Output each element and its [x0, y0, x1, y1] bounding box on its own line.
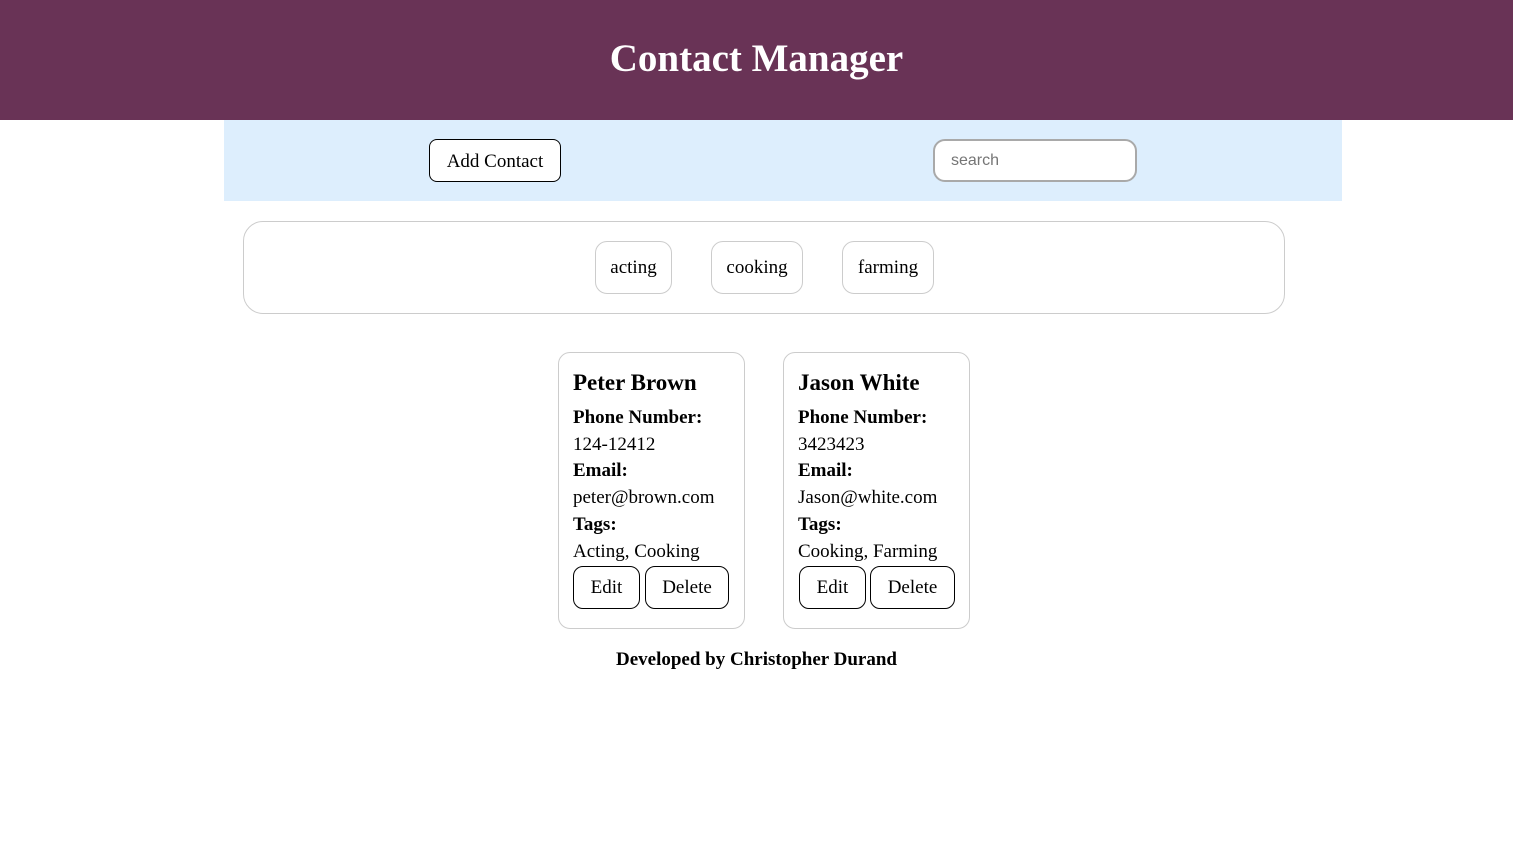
- app-header: Contact Manager: [0, 0, 1513, 120]
- tag-filter-acting[interactable]: acting: [595, 241, 672, 294]
- tags-label: Tags:: [573, 514, 617, 535]
- tags-value: Cooking, Farming: [798, 541, 938, 562]
- add-contact-button[interactable]: Add Contact: [429, 139, 561, 182]
- contact-name: Jason White: [798, 370, 920, 395]
- footer-credit: Developed by Christopher Durand: [616, 649, 897, 670]
- edit-button[interactable]: Edit: [799, 566, 866, 609]
- tag-filter-farming[interactable]: farming: [842, 241, 934, 294]
- phone-label: Phone Number:: [798, 407, 928, 428]
- phone-label: Phone Number:: [573, 407, 703, 428]
- email-value: Jason@white.com: [798, 487, 938, 508]
- contact-card: Jason White Phone Number: 3423423 Email:…: [783, 352, 970, 629]
- phone-value: 124-12412: [573, 434, 656, 455]
- contact-card: Peter Brown Phone Number: 124-12412 Emai…: [558, 352, 745, 629]
- contact-name: Peter Brown: [573, 370, 697, 395]
- page-title: Contact Manager: [609, 37, 904, 80]
- phone-value: 3423423: [798, 434, 865, 455]
- edit-button[interactable]: Edit: [573, 566, 640, 609]
- toolbar: Add Contact: [224, 120, 1342, 201]
- search-input[interactable]: [933, 139, 1137, 182]
- email-label: Email:: [573, 460, 628, 481]
- tag-filter-bar: acting cooking farming: [243, 221, 1285, 314]
- email-label: Email:: [798, 460, 853, 481]
- delete-button[interactable]: Delete: [645, 566, 729, 609]
- delete-button[interactable]: Delete: [870, 566, 955, 609]
- tags-label: Tags:: [798, 514, 842, 535]
- tag-filter-cooking[interactable]: cooking: [711, 241, 803, 294]
- email-value: peter@brown.com: [573, 487, 715, 508]
- tags-value: Acting, Cooking: [573, 541, 700, 562]
